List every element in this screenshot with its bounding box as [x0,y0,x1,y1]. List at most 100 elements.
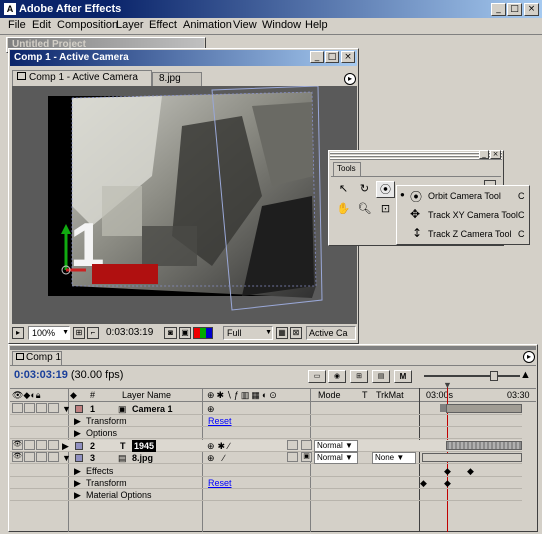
flyout-item-track-z[interactable]: ↕ Track Z Camera Tool C [398,226,528,243]
show-snapshot-icon[interactable]: ▣ [179,327,191,339]
comp-tab-footage[interactable]: 8.jpg [152,72,202,86]
comp-viewport[interactable]: 1 [12,86,357,324]
menu-animation[interactable]: Animation [183,19,232,31]
solo-switch[interactable] [36,403,47,413]
zoom-dropdown[interactable]: 100% ▼ [28,326,70,340]
expand-triangle-icon[interactable]: ▶ [74,477,81,489]
expand-triangle-icon[interactable]: ▶ [62,440,69,452]
menu-help[interactable]: Help [305,19,328,31]
timeline-tab[interactable]: Comp 1 [12,351,62,365]
trkmat-dropdown[interactable]: None ▼ [372,452,416,464]
solo-switch[interactable] [36,452,47,462]
keyframe-icon[interactable]: ◆ [467,465,474,477]
shy-icon[interactable]: ◉ [328,370,346,383]
expand-triangle-icon[interactable]: ▶ [74,427,81,439]
reset-link[interactable]: Reset [208,415,232,427]
rotation-tool-icon[interactable]: ↻ [355,181,374,198]
tools-close-button[interactable]: × [490,150,501,159]
adjustment-switch[interactable] [287,440,298,450]
camera-bar[interactable] [446,404,522,413]
maximize-button[interactable]: □ [507,3,522,16]
keyframe-icon[interactable]: ◆ [420,477,427,489]
comp-panel-menu-icon[interactable]: ▸ [344,73,356,85]
switches-icons[interactable]: ⊕ ∕ [207,452,228,464]
property-transform[interactable]: ▶ Transform Reset [10,415,522,427]
mode-dropdown[interactable]: Normal ▼ [314,452,358,464]
close-button[interactable]: × [524,3,539,16]
keyframe-icon[interactable]: ◆ [444,465,451,477]
property-transform-footage[interactable]: ▶ Transform Reset ◆ ◆ [10,477,522,489]
menu-edit[interactable]: Edit [32,19,51,31]
property-options[interactable]: ▶ Options [10,427,522,439]
property-material-options[interactable]: ▶ Material Options [10,489,522,501]
layer-label-color[interactable] [75,405,83,413]
menu-view[interactable]: View [233,19,257,31]
comp-close-button[interactable]: × [341,51,355,63]
menu-effect[interactable]: Effect [149,19,177,31]
adjustment-switch[interactable] [287,452,298,462]
mode-dropdown[interactable]: Normal ▼ [314,440,358,452]
pan-behind-tool-icon[interactable]: ⊡ [376,201,395,218]
selection-tool-icon[interactable]: ↖ [334,181,353,198]
minimize-button[interactable]: _ [491,3,506,16]
frame-blend-icon[interactable]: ⊞ [350,370,368,383]
comp-window-title-bar[interactable]: Comp 1 - Active Camera [10,50,357,66]
layer-row-camera[interactable]: ▼ 1 ▣ Camera 1 ⊕ [10,403,522,415]
keyframe-icon[interactable]: ◆ [444,477,451,489]
safe-zones-icon[interactable]: ⊞ [73,327,85,339]
comp-minimize-button[interactable]: _ [310,51,324,63]
video-switch[interactable]: 👁︎ [12,440,23,450]
comp-maximize-button[interactable]: □ [325,51,339,63]
roi-icon[interactable]: ▦ [276,327,288,339]
orbit-camera-tool-icon[interactable]: ⦿ [376,181,395,198]
timeline-titlebar[interactable] [10,346,536,350]
tools-tab[interactable]: Tools [333,162,361,176]
zoom-in-icon[interactable]: ▲ [520,369,531,381]
expand-triangle-icon[interactable]: ▼ [62,452,71,464]
switches-icons[interactable]: ⊕✱∕ [207,440,233,452]
expand-triangle-icon[interactable]: ▶ [74,465,81,477]
audio-switch[interactable] [24,440,35,450]
hand-tool-icon[interactable]: ✋ [334,201,353,218]
video-switch[interactable] [12,403,23,413]
text-layer-bar[interactable] [446,441,522,450]
graph-editor-icon[interactable]: M [394,370,412,383]
layer-label-color[interactable] [75,454,83,462]
camera-view-dropdown[interactable]: Active Ca [306,326,356,340]
grid-icon[interactable]: ⌐ [87,327,99,339]
always-preview-icon[interactable]: ▸ [12,327,24,339]
video-switch[interactable]: 👁︎ [12,452,23,462]
layer-row-footage[interactable]: 👁︎ ▼ 3 ▤ 8.jpg ⊕ ∕ ▣ Normal ▼ None ▼ [10,452,522,464]
property-effects[interactable]: ▶ Effects ◆ ◆ [10,465,522,477]
reset-link[interactable]: Reset [208,477,232,489]
comp-tab-active[interactable]: Comp 1 - Active Camera [12,70,152,86]
transparency-grid-icon[interactable]: ⊠ [290,327,302,339]
footage-layer-bar[interactable] [422,453,522,462]
tools-minimize-button[interactable]: _ [479,150,489,159]
expand-triangle-icon[interactable]: ▼ [62,403,71,415]
lock-switch[interactable] [48,452,59,462]
flyout-item-track-xy[interactable]: ✥ Track XY Camera Tool C [398,207,528,224]
snapshot-icon[interactable]: ◙ [164,327,177,339]
menu-file[interactable]: File [8,19,26,31]
3d-switch[interactable]: ▣ [301,452,312,462]
layer-name[interactable]: 8.jpg [132,452,153,464]
expand-triangle-icon[interactable]: ▶ [74,415,81,427]
lock-switch[interactable] [48,403,59,413]
audio-switch[interactable] [24,403,35,413]
resolution-dropdown[interactable]: Full ▼ [223,326,273,340]
zoom-slider[interactable]: ▲ [420,369,531,384]
comp-timecode[interactable]: 0:03:03:19 [106,327,153,339]
layer-row-text[interactable]: 👁︎ ▶ 2 T 1945 ⊕✱∕ Normal ▼ [10,440,522,452]
col-layer-name[interactable]: Layer Name [122,389,171,401]
lock-switch[interactable] [48,440,59,450]
channel-icon[interactable] [193,327,213,339]
audio-switch[interactable] [24,452,35,462]
layer-label-color[interactable] [75,442,83,450]
solo-switch[interactable] [36,440,47,450]
menu-window[interactable]: Window [262,19,301,31]
menu-composition[interactable]: Composition [57,19,118,31]
shy-switch-icon[interactable]: ⊕ [207,403,215,415]
flyout-item-orbit[interactable]: ● ⦿ Orbit Camera Tool C [398,188,528,205]
expand-triangle-icon[interactable]: ▶ [74,489,81,501]
